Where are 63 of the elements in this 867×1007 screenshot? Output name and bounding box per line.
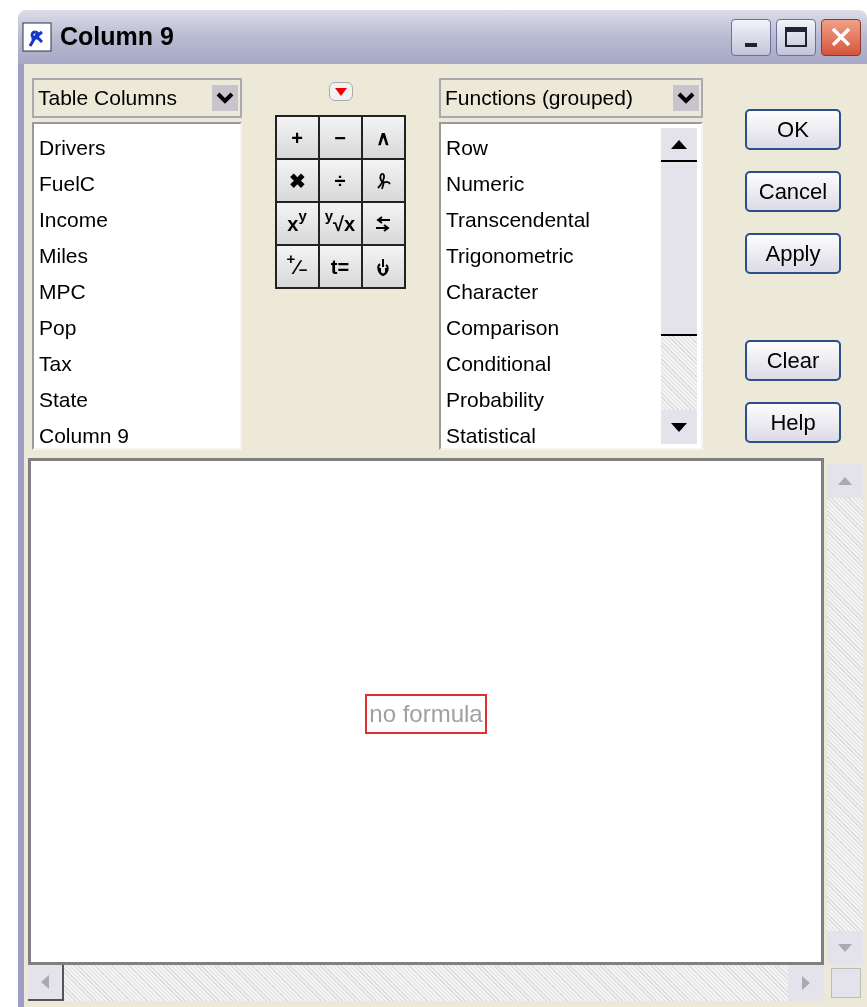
column-item[interactable]: Drivers: [39, 130, 240, 166]
function-group-item[interactable]: Conditional: [446, 346, 661, 382]
operator-key[interactable]: +: [276, 117, 318, 158]
scroll-up-button[interactable]: [661, 128, 697, 162]
chevron-down-icon: [212, 85, 238, 111]
operator-key[interactable]: [362, 246, 404, 287]
dialog-button[interactable]: OK: [745, 109, 841, 150]
formula-placeholder: no formula: [365, 693, 487, 734]
dialog-button[interactable]: Clear: [745, 340, 841, 381]
scroll-down-button[interactable]: [661, 410, 697, 444]
dialog-button[interactable]: Apply: [745, 233, 841, 274]
function-group-item[interactable]: Row: [446, 130, 661, 166]
column-item[interactable]: Miles: [39, 238, 240, 274]
scroll-left-button[interactable]: [28, 965, 64, 1001]
column-item[interactable]: State: [39, 382, 240, 418]
maximize-icon: [785, 27, 807, 47]
operator-key[interactable]: −: [319, 117, 361, 158]
operator-key[interactable]: $^{y}$√x: [319, 203, 361, 244]
arrow-left-icon: [41, 975, 49, 989]
chevron-down-icon: [673, 85, 699, 111]
horizontal-scrollbar[interactable]: [28, 965, 824, 1001]
function-group-item[interactable]: Numeric: [446, 166, 661, 202]
operator-key[interactable]: [362, 160, 404, 201]
function-group-item[interactable]: Probability: [446, 382, 661, 418]
operator-key[interactable]: ∧: [362, 117, 404, 158]
arrow-down-icon: [838, 944, 852, 952]
column-item[interactable]: Pop: [39, 310, 240, 346]
dialog-button[interactable]: Cancel: [745, 171, 841, 212]
window-title: Column 9: [60, 21, 174, 53]
arrow-down-icon: [671, 422, 687, 432]
minimize-button[interactable]: [731, 18, 771, 56]
column-item[interactable]: MPC: [39, 274, 240, 310]
arrow-up-icon: [671, 139, 687, 149]
resize-corner: [831, 968, 861, 998]
operator-key[interactable]: [362, 203, 404, 244]
maximize-button[interactable]: [776, 18, 816, 56]
function-group-item[interactable]: Statistical: [446, 418, 661, 454]
dialog-button[interactable]: Help: [745, 402, 841, 443]
arrow-up-icon: [838, 477, 852, 485]
operator-key[interactable]: ÷: [319, 160, 361, 201]
operator-key[interactable]: x$^{y}$: [276, 203, 318, 244]
columns-dropdown[interactable]: Table Columns: [32, 78, 242, 118]
functions-dropdown[interactable]: Functions (grouped): [439, 78, 703, 118]
app-icon: [22, 22, 52, 52]
column-item[interactable]: FuelC: [39, 166, 240, 202]
close-button[interactable]: [821, 18, 861, 56]
dropdown-toggle-button[interactable]: [329, 82, 353, 101]
operator-key[interactable]: ✖: [276, 160, 318, 201]
column-item[interactable]: Income: [39, 202, 240, 238]
column-item[interactable]: Column 9: [39, 418, 240, 454]
column-item[interactable]: Tax: [39, 346, 240, 382]
function-group-item[interactable]: Character: [446, 274, 661, 310]
function-group-item[interactable]: Trigonometric: [446, 238, 661, 274]
minimize-icon: [745, 42, 757, 47]
vertical-scrollbar[interactable]: [661, 128, 697, 444]
scroll-thumb[interactable]: [661, 166, 697, 336]
operator-key[interactable]: t=: [319, 246, 361, 287]
arrow-right-icon: [802, 976, 810, 990]
operator-key[interactable]: $^{+}$∕$_{−}$: [276, 246, 318, 287]
function-group-item[interactable]: Transcendental: [446, 202, 661, 238]
close-icon: [830, 26, 852, 48]
caret-down-icon: [335, 87, 347, 96]
function-group-item[interactable]: Comparison: [446, 310, 661, 346]
